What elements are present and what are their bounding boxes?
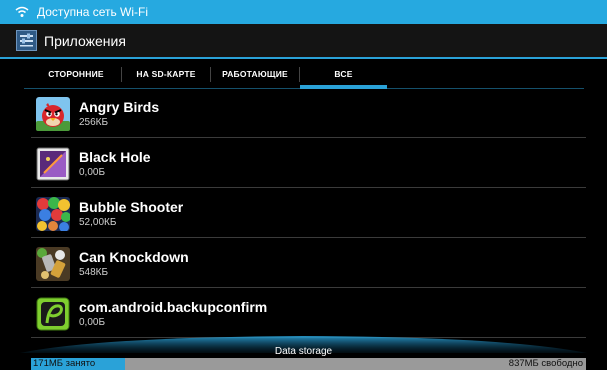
- storage-used-text: 171МБ занято: [33, 358, 96, 369]
- tab-third-party[interactable]: СТОРОННИЕ: [31, 59, 121, 89]
- list-item[interactable]: Bubble Shooter 52,00КБ: [31, 189, 586, 239]
- list-divider: [31, 187, 586, 188]
- black-hole-icon: [36, 147, 70, 181]
- storage-label: Data storage: [274, 346, 333, 357]
- status-notification-text: Доступна сеть Wi-Fi: [37, 5, 149, 19]
- backupconfirm-icon: [36, 297, 70, 331]
- tab-sd-card[interactable]: НА SD-КАРТЕ: [122, 59, 210, 89]
- app-name: Bubble Shooter: [79, 199, 184, 215]
- app-name: com.android.backupconfirm: [79, 299, 268, 315]
- page-title: Приложения: [44, 32, 126, 49]
- wifi-icon: [15, 6, 29, 17]
- tab-bar: СТОРОННИЕ НА SD-КАРТЕ РАБОТАЮЩИЕ ВСЕ: [0, 59, 607, 89]
- list-divider: [31, 237, 586, 238]
- app-size: 548КБ: [79, 267, 109, 278]
- app-size: 52,00КБ: [79, 217, 117, 228]
- can-knockdown-icon: [36, 247, 70, 281]
- list-item[interactable]: Angry Birds 256КБ: [31, 89, 586, 139]
- app-name: Angry Birds: [79, 99, 160, 115]
- tab-running[interactable]: РАБОТАЮЩИЕ: [211, 59, 299, 89]
- app-name: Black Hole: [79, 149, 151, 165]
- list-item[interactable]: Can Knockdown 548КБ: [31, 239, 586, 289]
- storage-free-text: 837МБ свободно: [508, 358, 583, 369]
- app-size: 0,00Б: [79, 317, 106, 328]
- action-bar: Приложения: [0, 24, 607, 57]
- app-name: Can Knockdown: [79, 249, 189, 265]
- list-item[interactable]: com.android.backupconfirm 0,00Б: [31, 289, 586, 339]
- list-divider: [31, 137, 586, 138]
- bubble-shooter-icon: [36, 197, 70, 231]
- app-size: 256КБ: [79, 117, 109, 128]
- settings-app-icon[interactable]: [16, 30, 37, 51]
- list-divider: [31, 287, 586, 288]
- status-bar: Доступна сеть Wi-Fi: [0, 0, 607, 24]
- list-item[interactable]: Black Hole 0,00Б: [31, 139, 586, 189]
- app-size: 0,00Б: [79, 167, 106, 178]
- storage-bar: 171МБ занято 837МБ свободно: [31, 358, 586, 370]
- angry-birds-icon: [36, 97, 70, 131]
